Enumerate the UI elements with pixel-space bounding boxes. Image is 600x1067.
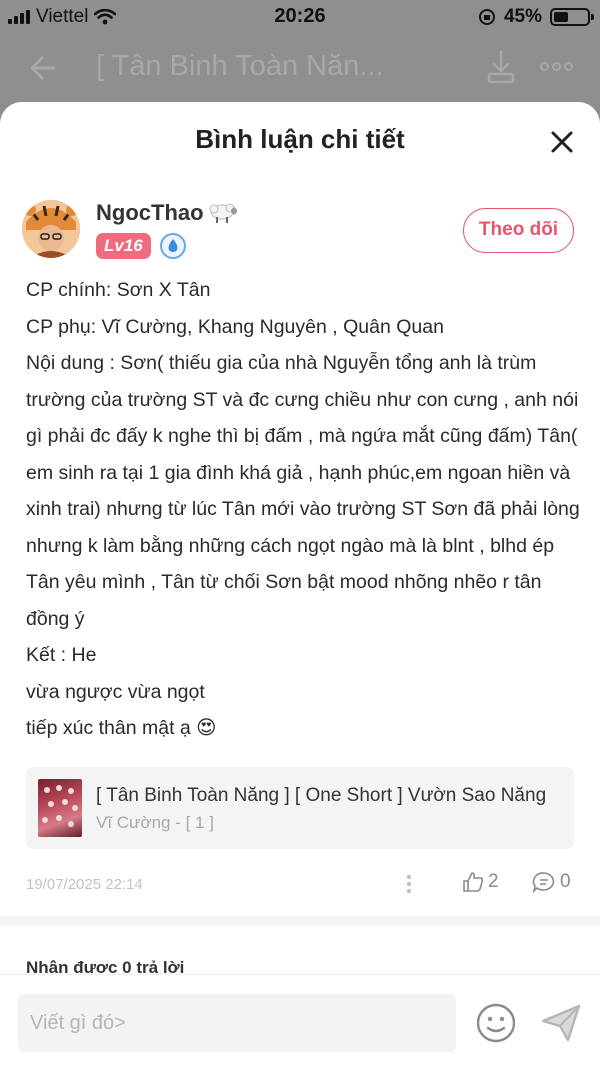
like-button[interactable]: 2: [462, 871, 499, 893]
status-bar: Viettel 20:26 45%: [0, 0, 600, 34]
comment-content: CP chính: Sơn X Tân CP phụ: Vĩ Cường, Kh…: [26, 272, 582, 747]
level-badge: Lv16: [96, 233, 151, 259]
username-text: NgocThao: [96, 200, 204, 225]
status-right: 45%: [478, 6, 594, 28]
comment-menu-icon[interactable]: [404, 875, 414, 895]
comment-detail-sheet: Bình luận chi tiết NgocThao Lv16 Theo dõ…: [0, 102, 600, 1067]
comment-count: 0: [560, 871, 571, 892]
vip-drop-icon: [160, 233, 186, 259]
follow-button[interactable]: Theo dõi: [463, 208, 574, 253]
battery-fill: [554, 12, 569, 22]
comment-line: CP chính: Sơn X Tân: [26, 279, 211, 301]
comment-bubble-icon: [532, 872, 555, 893]
sheep-icon: [209, 203, 237, 223]
send-icon[interactable]: [540, 1003, 582, 1043]
avatar[interactable]: [22, 200, 80, 258]
story-cover-image: [38, 779, 82, 837]
comment-line: Nội dung : Sơn( thiếu gia của nhà Nguyễn…: [26, 352, 580, 630]
back-arrow-icon[interactable]: [24, 48, 64, 88]
sheet-title: Bình luận chi tiết: [195, 124, 405, 154]
reply-bar: [0, 974, 600, 1067]
story-subtitle: Vĩ Cường - [ 1 ]: [96, 813, 214, 832]
comment-date: 19/07/2025 22:14: [26, 876, 143, 893]
close-icon[interactable]: [548, 128, 576, 156]
username[interactable]: NgocThao: [96, 200, 238, 226]
comment-line: Kết : He: [26, 644, 97, 666]
section-divider: [0, 916, 600, 926]
like-count: 2: [488, 871, 499, 892]
story-title: [ Tân Binh Toàn Năng ] [ One Short ] Vườ…: [96, 785, 547, 806]
nav-bar: [ Tân Binh Toàn Năn...: [0, 34, 600, 104]
reply-button[interactable]: 0: [532, 871, 571, 893]
thumbs-up-icon: [463, 872, 484, 892]
comment-line: tiếp xúc thân mật ạ 😍: [26, 717, 217, 739]
orientation-lock-icon: [478, 9, 495, 25]
download-icon[interactable]: [486, 50, 516, 84]
comment-line: CP phụ: Vĩ Cường, Khang Nguyên , Quân Qu…: [26, 315, 444, 338]
battery-percent: 45%: [503, 6, 542, 27]
nav-title: [ Tân Binh Toàn Năn...: [96, 50, 384, 82]
battery-icon: [550, 8, 594, 26]
comment-line: vừa ngược vừa ngọt: [26, 680, 205, 703]
story-card[interactable]: [ Tân Binh Toàn Năng ] [ One Short ] Vườ…: [26, 767, 574, 849]
more-options-icon[interactable]: [540, 62, 573, 71]
reply-input[interactable]: [18, 994, 456, 1052]
emoji-icon[interactable]: [475, 1002, 517, 1044]
